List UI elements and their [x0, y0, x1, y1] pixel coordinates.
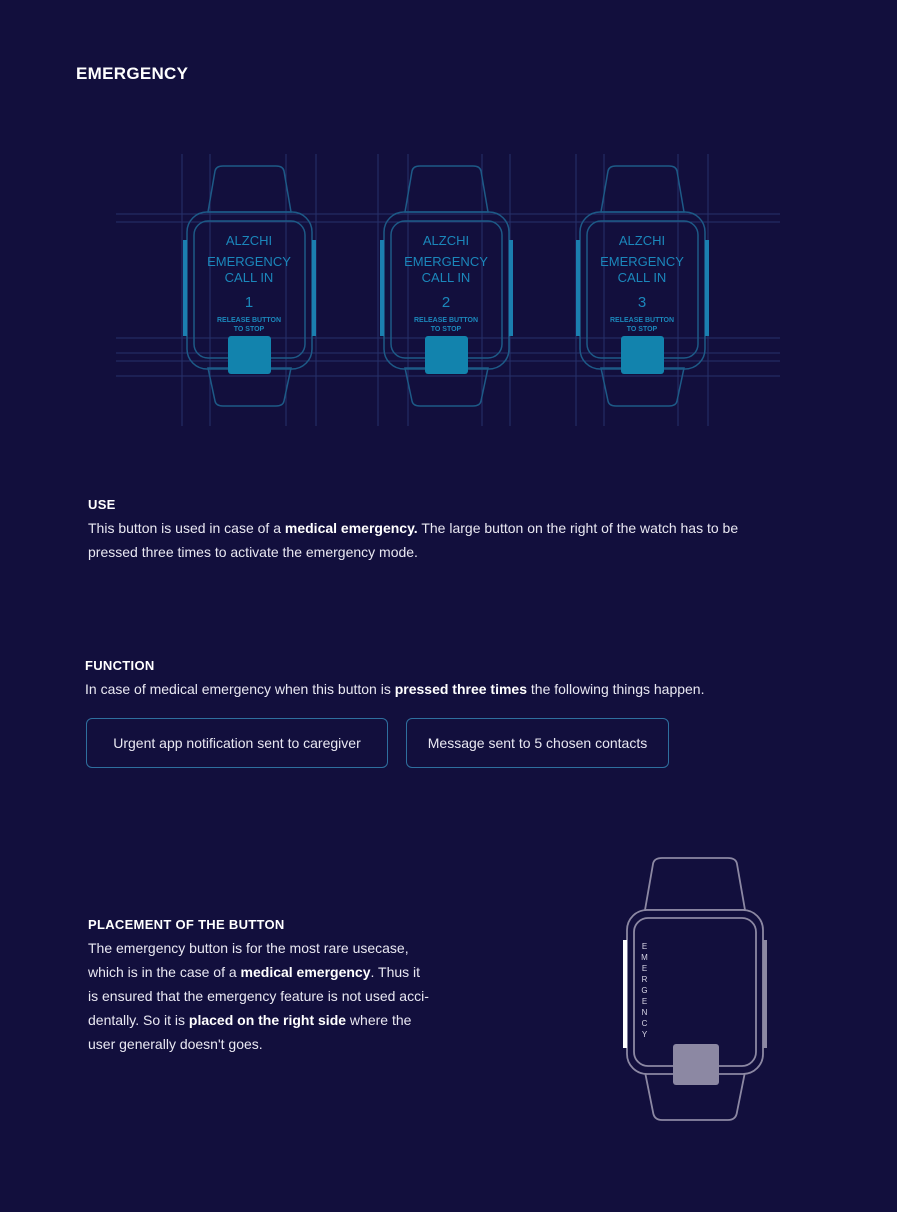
svg-text:TO STOP: TO STOP: [431, 326, 462, 333]
svg-text:3: 3: [638, 294, 646, 311]
use-description: This button is used in case of a medical…: [88, 520, 739, 560]
svg-text:2: 2: [442, 294, 450, 311]
watch-1: ALZCHI EMERGENCY CALL IN 1 RELEASE BUTTO…: [183, 165, 316, 407]
svg-text:EMERGENCY: EMERGENCY: [600, 254, 684, 269]
function-item-contacts: Message sent to 5 chosen contacts: [406, 718, 669, 768]
svg-text:TO STOP: TO STOP: [234, 326, 265, 333]
emergency-button[interactable]: [621, 336, 664, 374]
watch-side-illustration: E M E R G E N C Y: [623, 857, 767, 1121]
emergency-button[interactable]: [228, 336, 271, 374]
svg-text:CALL IN: CALL IN: [422, 270, 471, 285]
placement-description: The emergency button is for the most rar…: [88, 940, 429, 1052]
svg-text:E: E: [642, 942, 648, 951]
svg-text:RELEASE BUTTON: RELEASE BUTTON: [414, 317, 478, 324]
svg-text:1: 1: [245, 294, 253, 311]
svg-text:R: R: [642, 975, 649, 984]
svg-text:TO STOP: TO STOP: [627, 326, 658, 333]
function-item-caregiver: Urgent app notification sent to caregive…: [86, 718, 388, 768]
svg-text:RELEASE BUTTON: RELEASE BUTTON: [610, 317, 674, 324]
watch-blueprint-sheet: ALZCHI EMERGENCY CALL IN 1 RELEASE BUTTO…: [116, 154, 780, 426]
svg-text:ALZCHI: ALZCHI: [226, 233, 272, 248]
svg-text:G: G: [641, 986, 648, 995]
svg-text:CALL IN: CALL IN: [618, 270, 667, 285]
emergency-button[interactable]: [425, 336, 468, 374]
svg-text:E: E: [642, 997, 648, 1006]
svg-text:EMERGENCY: EMERGENCY: [207, 254, 291, 269]
svg-text:E: E: [642, 964, 648, 973]
emergency-button[interactable]: [673, 1044, 719, 1085]
svg-text:CALL IN: CALL IN: [225, 270, 274, 285]
svg-text:ALZCHI: ALZCHI: [619, 233, 665, 248]
placement-heading: PLACEMENT OF THE BUTTON: [88, 917, 285, 932]
watch-2: ALZCHI EMERGENCY CALL IN 2 RELEASE BUTTO…: [380, 165, 513, 407]
svg-text:EMERGENCY: EMERGENCY: [404, 254, 488, 269]
side-label-emergency: E M E R G E N C Y: [641, 942, 649, 1039]
page-title: EMERGENCY: [76, 64, 189, 83]
use-heading: USE: [88, 497, 116, 512]
svg-text:N: N: [642, 1008, 649, 1017]
function-heading: FUNCTION: [85, 658, 155, 673]
svg-text:ALZCHI: ALZCHI: [423, 233, 469, 248]
svg-text:M: M: [641, 953, 649, 962]
svg-text:C: C: [642, 1019, 649, 1028]
watch-3: ALZCHI EMERGENCY CALL IN 3 RELEASE BUTTO…: [576, 165, 709, 407]
svg-text:Y: Y: [642, 1030, 648, 1039]
function-description: In case of medical emergency when this b…: [85, 681, 705, 697]
svg-text:RELEASE BUTTON: RELEASE BUTTON: [217, 317, 281, 324]
